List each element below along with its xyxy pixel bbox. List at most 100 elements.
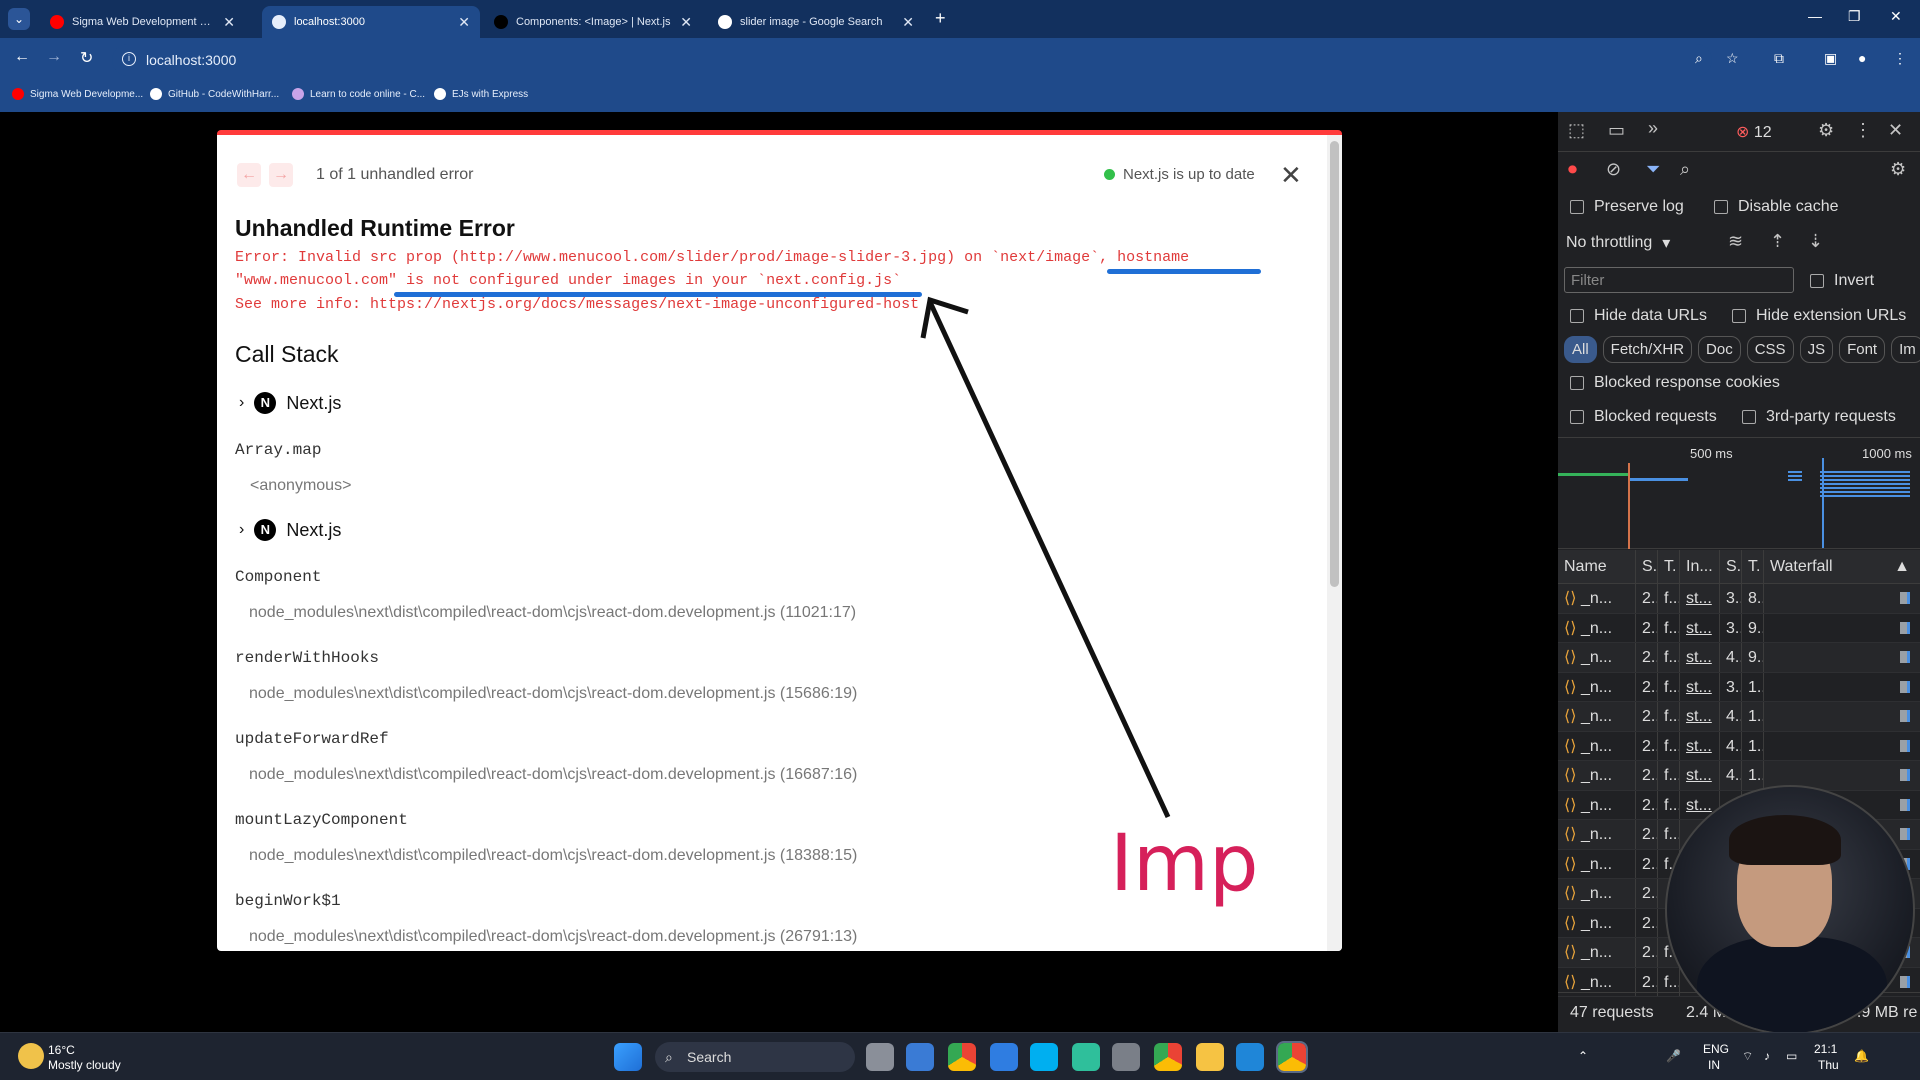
network-settings-icon[interactable]: ⚙ bbox=[1890, 159, 1906, 180]
scrollbar-thumb[interactable] bbox=[1330, 141, 1339, 587]
settings-gear-icon[interactable]: ⚙ bbox=[1818, 120, 1834, 141]
collapsed-frames-toggle[interactable]: › N Next.js bbox=[239, 519, 341, 541]
site-info-icon[interactable]: i bbox=[122, 52, 136, 66]
network-request-row[interactable]: ⟨⟩ _n... 2..f...st...3..8.. bbox=[1558, 584, 1920, 614]
column-status[interactable]: S. bbox=[1636, 550, 1658, 583]
filter-fetch-xhr[interactable]: Fetch/XHR bbox=[1602, 336, 1693, 363]
filter-icon[interactable]: ⏷ bbox=[1646, 159, 1660, 180]
network-request-row[interactable]: ⟨⟩ _n... 2..f...st...3..9.. bbox=[1558, 613, 1920, 643]
stack-frame-location[interactable]: node_modules\next\dist\compiled\react-do… bbox=[249, 766, 857, 784]
browser-tab[interactable]: Sigma Web Development Course - W ✕ bbox=[40, 6, 245, 38]
filter-all[interactable]: All bbox=[1564, 336, 1597, 363]
calendar-app-icon[interactable] bbox=[906, 1043, 934, 1071]
stack-frame-location[interactable]: node_modules\next\dist\compiled\react-do… bbox=[249, 685, 857, 703]
more-tabs-icon[interactable]: » bbox=[1648, 118, 1658, 139]
minimize-button[interactable]: — bbox=[1808, 8, 1822, 24]
stack-frame-location[interactable]: node_modules\next\dist\compiled\react-do… bbox=[249, 928, 857, 946]
record-icon[interactable]: ⏺ bbox=[1568, 159, 1577, 180]
filter-font[interactable]: Font bbox=[1839, 336, 1886, 363]
reload-icon[interactable]: ↻ bbox=[80, 48, 93, 68]
filter-img[interactable]: Im bbox=[1891, 336, 1920, 363]
language[interactable]: ENG bbox=[1703, 1042, 1729, 1056]
chrome-icon[interactable] bbox=[1154, 1043, 1182, 1071]
kebab-menu-icon[interactable]: ⋮ bbox=[1854, 120, 1872, 141]
tab-search-button[interactable]: ⌄ bbox=[8, 8, 30, 30]
network-request-row[interactable]: ⟨⟩ _n... 2..f...st...4..1.. bbox=[1558, 731, 1920, 761]
task-view-icon[interactable] bbox=[866, 1043, 894, 1071]
stack-frame-location[interactable]: node_modules\next\dist\compiled\react-do… bbox=[249, 604, 856, 622]
wifi-icon[interactable]: ⌔ bbox=[1742, 1049, 1753, 1064]
windows-start-icon[interactable] bbox=[614, 1043, 642, 1071]
address-bar[interactable]: i localhost:3000 bbox=[112, 44, 1712, 76]
error-docs-link[interactable]: See more info: https://nextjs.org/docs/m… bbox=[235, 296, 919, 313]
column-size[interactable]: S. bbox=[1720, 550, 1742, 583]
file-explorer-icon[interactable] bbox=[1196, 1043, 1224, 1071]
filter-js[interactable]: JS bbox=[1799, 336, 1834, 363]
network-request-row[interactable]: ⟨⟩ _n... 2..f...st...4..9.. bbox=[1558, 643, 1920, 673]
chrome-icon[interactable] bbox=[948, 1043, 976, 1071]
taskbar-search[interactable]: ⌕ Search bbox=[655, 1042, 855, 1072]
browser-tab[interactable]: slider image - Google Search ✕ bbox=[708, 6, 924, 38]
stack-frame-location[interactable]: node_modules\next\dist\compiled\react-do… bbox=[249, 847, 857, 865]
column-name[interactable]: Name bbox=[1558, 550, 1636, 583]
chrome-active-icon[interactable] bbox=[1276, 1041, 1308, 1073]
bookmark-item[interactable]: Learn to code online - C... bbox=[292, 88, 425, 100]
column-type[interactable]: T. bbox=[1658, 550, 1680, 583]
inspect-element-icon[interactable]: ⬚ bbox=[1568, 120, 1585, 141]
mic-icon[interactable]: 🎤 bbox=[1666, 1049, 1681, 1063]
close-tab-icon[interactable]: ✕ bbox=[223, 14, 235, 31]
clock-time[interactable]: 21:1 bbox=[1814, 1042, 1837, 1056]
bookmark-item[interactable]: EJs with Express bbox=[434, 88, 528, 100]
column-time[interactable]: T. bbox=[1742, 550, 1764, 583]
network-request-row[interactable]: ⟨⟩ _n... 2..f...st...3..1.. bbox=[1558, 672, 1920, 702]
todo-icon[interactable] bbox=[990, 1043, 1018, 1071]
volume-icon[interactable]: ♪ bbox=[1764, 1049, 1770, 1063]
column-waterfall[interactable]: Waterfall ▲ bbox=[1764, 550, 1920, 583]
bookmark-star-icon[interactable]: ☆ bbox=[1726, 50, 1739, 67]
menu-icon[interactable]: ⋮ bbox=[1893, 50, 1907, 67]
filter-css[interactable]: CSS bbox=[1746, 336, 1794, 363]
clear-icon[interactable]: ⊘ bbox=[1606, 159, 1621, 180]
skype-icon[interactable] bbox=[1030, 1043, 1058, 1071]
browser-tab[interactable]: Components: <Image> | Next.js ✕ bbox=[484, 6, 702, 38]
edge-icon[interactable] bbox=[1072, 1043, 1100, 1071]
wifi-conditions-icon[interactable]: ≋ bbox=[1728, 231, 1743, 252]
network-request-row[interactable]: ⟨⟩ _n... 2..f...st...4..1.. bbox=[1558, 702, 1920, 732]
column-initiator[interactable]: In... bbox=[1680, 550, 1720, 583]
bookmark-item[interactable]: Sigma Web Developme... bbox=[12, 88, 143, 100]
hide-data-urls-checkbox[interactable]: Hide data URLs bbox=[1570, 307, 1707, 325]
overlay-scrollbar[interactable] bbox=[1327, 135, 1342, 951]
filter-input[interactable]: Filter bbox=[1564, 267, 1794, 293]
device-toolbar-icon[interactable]: ▭ bbox=[1608, 120, 1625, 141]
third-party-checkbox[interactable]: 3rd-party requests bbox=[1742, 408, 1896, 426]
export-har-icon[interactable]: ⇣ bbox=[1808, 231, 1823, 252]
invert-checkbox[interactable]: Invert bbox=[1810, 272, 1874, 290]
hide-extension-urls-checkbox[interactable]: Hide extension URLs bbox=[1732, 307, 1906, 325]
tray-overflow-icon[interactable]: ⌃ bbox=[1578, 1049, 1588, 1063]
close-tab-icon[interactable]: ✕ bbox=[680, 14, 692, 31]
stack-frame-location[interactable]: <anonymous> bbox=[250, 477, 351, 495]
next-error-button[interactable]: → bbox=[269, 163, 293, 187]
notification-icon[interactable]: 🔔 bbox=[1854, 1049, 1869, 1063]
close-tab-icon[interactable]: ✕ bbox=[902, 14, 914, 31]
restore-button[interactable]: ❐ bbox=[1848, 8, 1861, 25]
extensions-icon[interactable]: ⧉ bbox=[1774, 50, 1784, 67]
back-icon[interactable]: ← bbox=[14, 48, 30, 66]
close-tab-icon[interactable]: ✕ bbox=[458, 14, 470, 31]
side-panel-icon[interactable]: ▣ bbox=[1824, 50, 1837, 67]
new-tab-button[interactable]: + bbox=[935, 8, 946, 29]
blocked-requests-checkbox[interactable]: Blocked requests bbox=[1570, 408, 1717, 426]
forward-icon[interactable]: → bbox=[46, 48, 62, 66]
blocked-cookies-checkbox[interactable]: Blocked response cookies bbox=[1570, 374, 1780, 392]
collapsed-frames-toggle[interactable]: › N Next.js bbox=[239, 392, 341, 414]
battery-icon[interactable]: ▭ bbox=[1786, 1049, 1797, 1063]
search-icon[interactable]: ⌕ bbox=[1680, 159, 1690, 180]
vscode-icon[interactable] bbox=[1236, 1043, 1264, 1071]
close-window-button[interactable]: ✕ bbox=[1890, 8, 1902, 25]
weather-icon[interactable] bbox=[18, 1043, 44, 1069]
zoom-icon[interactable]: ⌕ bbox=[1695, 50, 1703, 67]
network-overview-timeline[interactable]: 500 ms 1000 ms bbox=[1558, 437, 1920, 549]
close-devtools-icon[interactable]: ✕ bbox=[1888, 120, 1903, 141]
filter-doc[interactable]: Doc bbox=[1698, 336, 1741, 363]
import-har-icon[interactable]: ⇡ bbox=[1770, 231, 1785, 252]
